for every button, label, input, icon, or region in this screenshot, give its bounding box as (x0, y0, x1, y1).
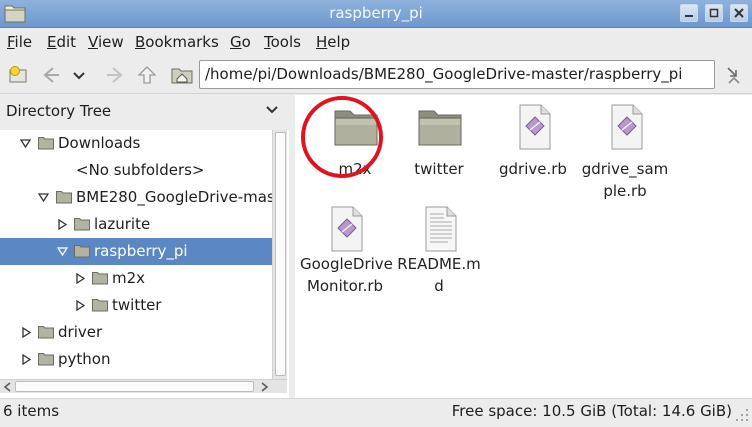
folder-icon (92, 272, 108, 285)
menu-tools[interactable]: Tools (264, 33, 301, 51)
chevron-down-icon[interactable] (265, 103, 279, 117)
folder-icon (38, 137, 54, 150)
scrollbar-thumb[interactable] (275, 132, 286, 376)
ruby-file-icon (331, 206, 363, 252)
collapsed-arrow-icon[interactable] (21, 327, 32, 338)
toolbar: /home/pi/Downloads/BME280_GoogleDrive-ma… (0, 56, 752, 94)
collapsed-arrow-icon[interactable] (75, 273, 86, 284)
collapsed-arrow-icon[interactable] (75, 300, 86, 311)
minimize-icon (685, 15, 693, 17)
maximize-icon (709, 8, 719, 18)
close-icon (734, 8, 744, 18)
collapsed-arrow-icon[interactable] (21, 354, 32, 365)
ruby-file-icon (611, 104, 643, 150)
directory-tree: Downloads <No subfolders> BME280_GoogleD… (0, 130, 289, 413)
file-item-twitter[interactable]: twitter (394, 103, 484, 183)
expanded-arrow-icon[interactable] (57, 246, 68, 257)
status-bar: 6 items Free space: 10.5 GiB (Total: 14.… (0, 398, 752, 427)
file-item-readme-md[interactable]: README.m d (394, 205, 484, 307)
tree-item-no-subfolders: <No subfolders> (76, 161, 205, 179)
tree-item-bme280[interactable]: BME280_GoogleDrive-mast (0, 184, 281, 211)
ruby-file-icon (519, 104, 551, 150)
menu-help[interactable]: Help (316, 33, 350, 51)
title-bar: raspberry_pi (0, 0, 752, 28)
tree-horizontal-scrollbar[interactable] (0, 379, 287, 393)
folder-icon (38, 353, 54, 366)
sidebar-header[interactable]: Directory Tree (0, 95, 289, 127)
menu-bookmarks[interactable]: Bookmarks (135, 33, 219, 51)
up-folder-icon[interactable] (136, 65, 158, 85)
file-item-gdrive-rb[interactable]: gdrive.rb (488, 103, 578, 183)
go-jump-icon[interactable] (724, 65, 746, 85)
file-item-googledrivemonitor-rb[interactable]: GoogleDrive Monitor.rb (300, 205, 393, 307)
directory-tree-panel: Directory Tree Downloads <No subfolders>… (0, 95, 289, 413)
menu-view[interactable]: View (88, 33, 124, 51)
window-title: raspberry_pi (329, 4, 423, 22)
item-count: 6 items (3, 402, 60, 420)
folder-icon (38, 326, 54, 339)
expanded-arrow-icon[interactable] (38, 192, 49, 203)
scroll-right-icon[interactable] (258, 381, 270, 393)
file-item-gdrive-sample-rb[interactable]: gdrive_sam ple.rb (580, 103, 670, 205)
annotation-circle (301, 96, 383, 178)
sidebar-title: Directory Tree (6, 102, 112, 120)
menu-file[interactable]: File (7, 33, 32, 51)
folder-icon (92, 299, 108, 312)
back-icon[interactable] (40, 65, 62, 85)
free-space: Free space: 10.5 GiB (Total: 14.6 GiB) (451, 402, 732, 420)
scroll-left-icon[interactable] (2, 381, 14, 393)
path-input[interactable]: /home/pi/Downloads/BME280_GoogleDrive-ma… (199, 60, 715, 89)
forward-icon[interactable] (104, 65, 126, 85)
tree-item-twitter[interactable]: twitter (0, 292, 272, 319)
minimize-button[interactable] (680, 4, 698, 22)
home-icon[interactable] (171, 65, 193, 85)
tree-item-python[interactable]: python (0, 346, 272, 373)
tree-item-downloads[interactable]: Downloads (0, 130, 272, 157)
menu-bar: File Edit View Bookmarks Go Tools Help (0, 29, 752, 56)
tree-item-raspberry-pi[interactable]: raspberry_pi (0, 238, 272, 265)
text-file-icon (425, 206, 457, 252)
history-dropdown-icon[interactable] (72, 65, 86, 85)
menu-go[interactable]: Go (230, 33, 251, 51)
tree-item-driver[interactable]: driver (0, 319, 272, 346)
folder-icon (56, 191, 72, 204)
collapsed-arrow-icon[interactable] (57, 219, 68, 230)
folder-icon (74, 245, 90, 258)
tree-item-lazurite[interactable]: lazurite (0, 211, 272, 238)
tree-vertical-scrollbar[interactable] (272, 130, 287, 379)
folder-icon (418, 110, 462, 146)
expanded-arrow-icon[interactable] (20, 138, 31, 149)
new-tab-icon[interactable] (8, 65, 30, 85)
scrollbar-thumb[interactable] (15, 381, 254, 392)
maximize-button[interactable] (705, 4, 723, 22)
tree-item-m2x[interactable]: m2x (0, 265, 272, 292)
close-button[interactable] (730, 4, 748, 22)
menu-edit[interactable]: Edit (47, 33, 76, 51)
folder-icon (74, 218, 90, 231)
resize-grip-icon[interactable] (736, 405, 750, 423)
